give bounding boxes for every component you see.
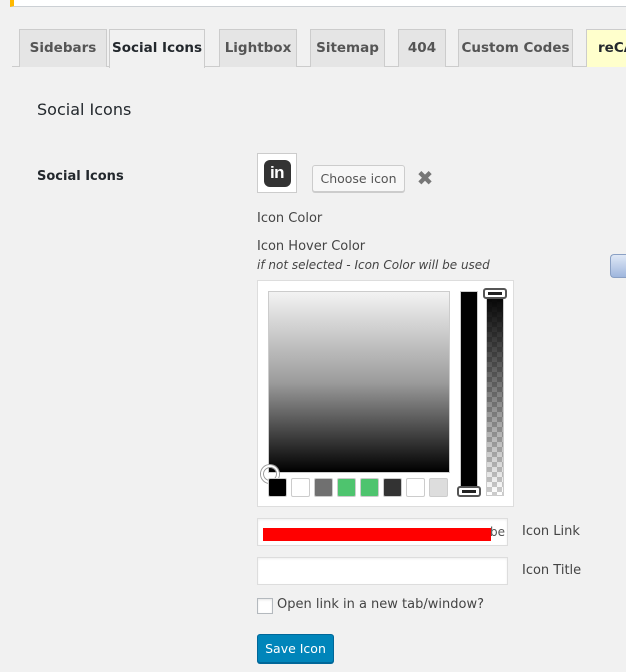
color-toggle-button[interactable] [610, 254, 626, 278]
icon-hover-color-label: Icon Hover Color [257, 239, 366, 254]
palette-swatch[interactable] [406, 478, 425, 497]
top-notice-bar [10, 0, 626, 7]
color-picker [257, 280, 514, 507]
tab-custom-codes[interactable]: Custom Codes [458, 29, 573, 67]
palette-swatch[interactable] [383, 478, 402, 497]
tab-lightbox[interactable]: Lightbox [219, 29, 297, 67]
icon-color-label: Icon Color [257, 211, 323, 226]
tab-sitemap[interactable]: Sitemap [310, 29, 385, 67]
palette-swatch[interactable] [360, 478, 379, 497]
save-icon-button[interactable]: Save Icon [257, 634, 334, 663]
icon-link-label: Icon Link [522, 524, 580, 539]
hue-slider[interactable] [460, 291, 478, 496]
tab-social-icons[interactable]: Social Icons [109, 29, 205, 68]
close-icon[interactable]: ✖ [416, 168, 434, 188]
opacity-slider[interactable] [486, 291, 504, 496]
field-label-social-icons: Social Icons [37, 169, 124, 184]
new-tab-checkbox-label[interactable]: Open link in a new tab/window? [277, 597, 484, 612]
hue-slider-handle[interactable] [457, 486, 481, 497]
palette-swatch[interactable] [337, 478, 356, 497]
new-tab-checkbox[interactable] [257, 598, 273, 614]
icon-title-input[interactable] [257, 557, 508, 585]
tab-404[interactable]: 404 [398, 29, 446, 67]
palette-swatch[interactable] [314, 478, 333, 497]
linkedin-icon: in [263, 159, 291, 187]
icon-hover-hint: if not selected - Icon Color will be use… [257, 258, 490, 272]
settings-tabs: Sidebars Social Icons Lightbox Sitemap 4… [12, 29, 626, 68]
tab-sidebars[interactable]: Sidebars [19, 29, 107, 67]
section-title: Social Icons [37, 100, 132, 119]
palette-swatch[interactable] [429, 478, 448, 497]
redacted-link-value [263, 528, 491, 541]
palette-swatch[interactable] [268, 478, 287, 497]
choose-icon-button[interactable]: Choose icon [312, 165, 405, 192]
saturation-area[interactable] [268, 291, 450, 473]
icon-title-label: Icon Title [522, 563, 582, 578]
tab-recaptcha[interactable]: reCAPTCHA [586, 29, 626, 67]
palette-swatch[interactable] [291, 478, 310, 497]
icon-preview: in [257, 153, 297, 193]
icon-link-value-tail: be [490, 525, 505, 539]
opacity-slider-handle[interactable] [483, 288, 507, 299]
